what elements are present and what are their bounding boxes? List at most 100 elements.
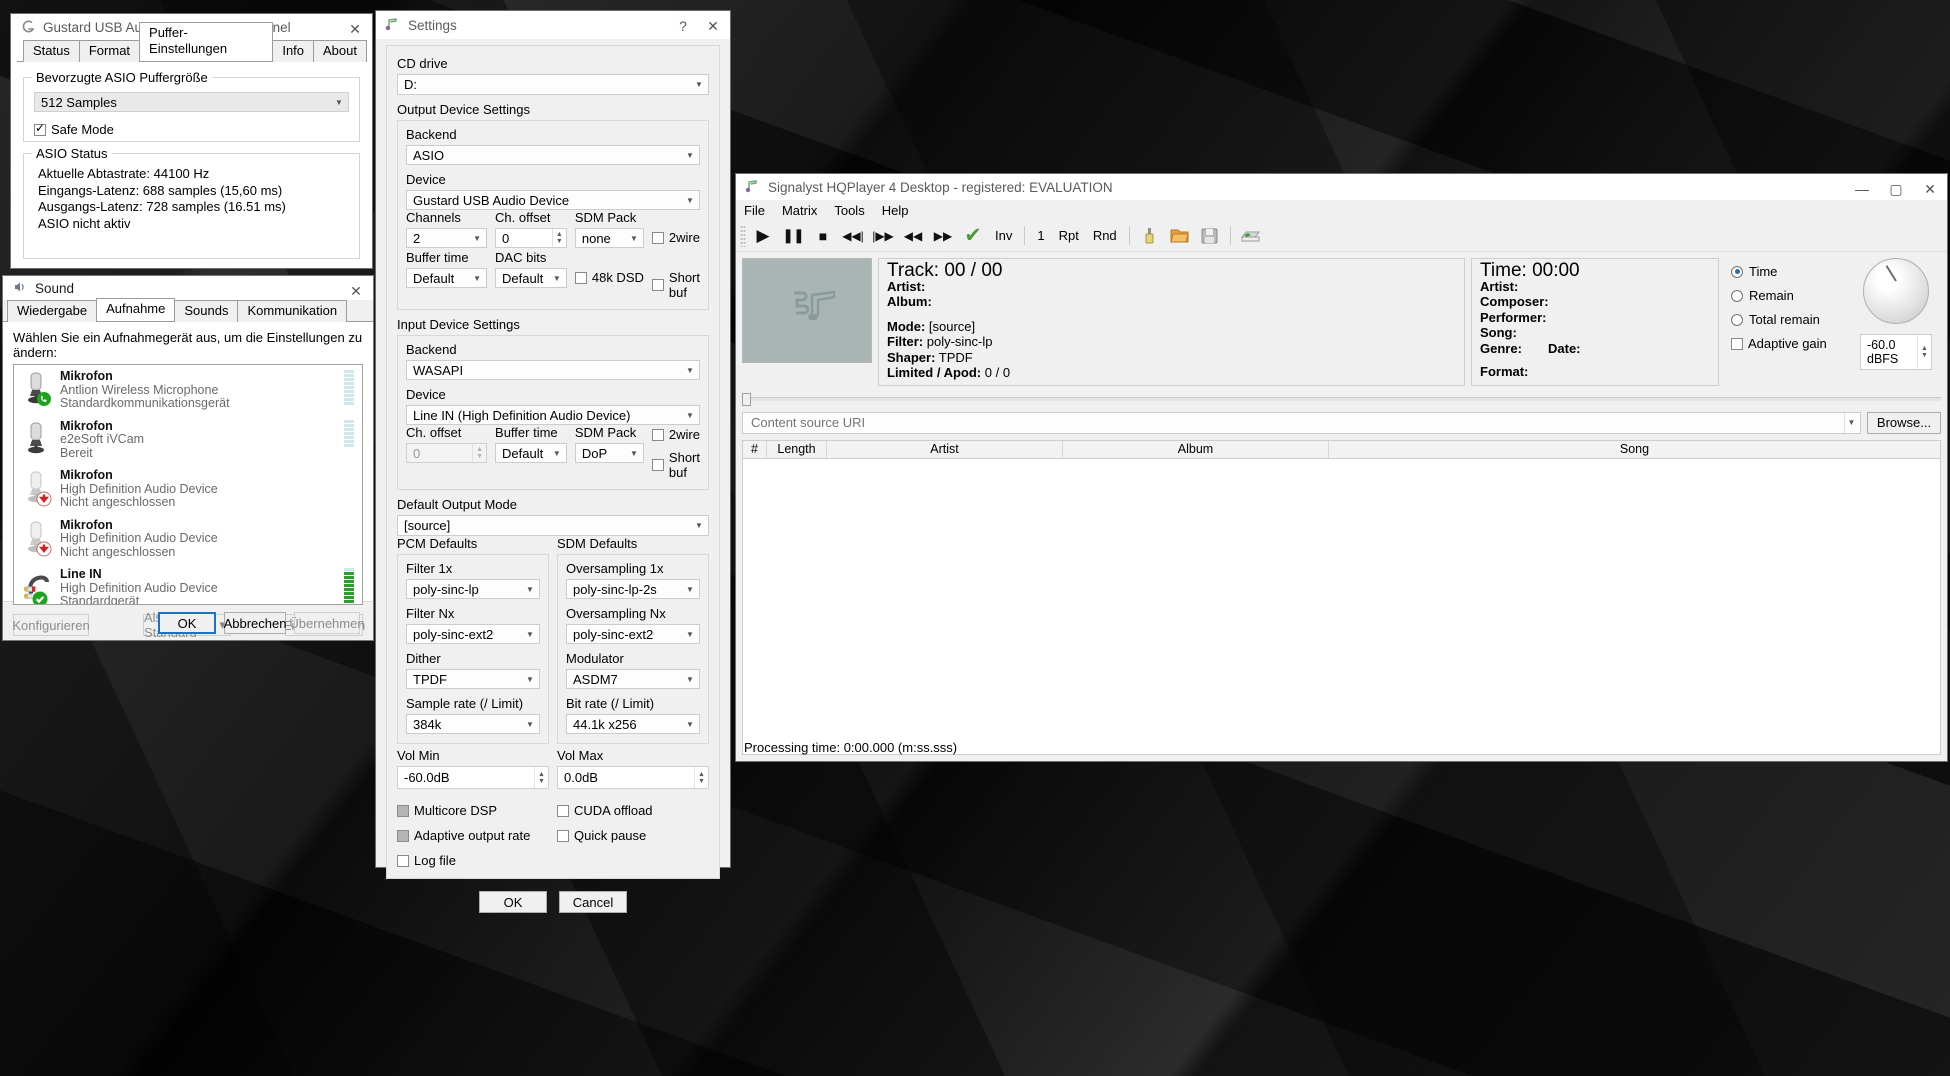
spinner-up-down-icon[interactable]: ▲ ▼ <box>534 767 548 788</box>
ok-button[interactable]: OK <box>158 612 216 634</box>
tab-aufnahme[interactable]: Aufnahme <box>96 298 176 321</box>
tab-info[interactable]: Info <box>272 40 315 62</box>
spinner-up-down-icon[interactable]: ▲ ▼ <box>551 229 566 247</box>
chevron-down-icon[interactable]: ▼ <box>1844 412 1858 433</box>
stop-icon[interactable]: ■ <box>808 222 838 250</box>
volume-knob[interactable] <box>1863 258 1929 324</box>
sound-titlebar[interactable]: Sound ✕ <box>3 276 373 300</box>
modulator-combo[interactable]: ASDM7 ▼ <box>566 669 700 689</box>
cd-drive-icon[interactable] <box>1236 222 1266 250</box>
seek-slider-track[interactable] <box>751 397 1941 401</box>
spinner-up-down-icon[interactable]: ▲ ▼ <box>1917 335 1931 369</box>
list-item[interactable]: Mikrofon High Definition Audio Device Ni… <box>14 514 362 564</box>
os1x-combo[interactable]: poly-sinc-lp-2s ▼ <box>566 579 700 599</box>
dac-bits-combo[interactable]: Default ▼ <box>495 268 567 288</box>
playlist-body[interactable] <box>742 457 1941 755</box>
output-48kdsd-checkbox[interactable]: 48k DSD <box>574 270 644 285</box>
vol-min-spinbox[interactable]: -60.0dB ▲ ▼ <box>397 766 549 789</box>
list-item[interactable]: Mikrofon Antlion Wireless Microphone Sta… <box>14 365 362 415</box>
tab-puffer-einstellungen[interactable]: Puffer-Einstellungen <box>139 22 274 61</box>
seek-slider-handle[interactable] <box>742 392 751 406</box>
input-ch-offset-spinbox[interactable]: 0 ▲ ▼ <box>406 443 488 463</box>
tab-kommunikation[interactable]: Kommunikation <box>237 300 348 322</box>
input-sdm-pack-combo[interactable]: DoP ▼ <box>574 443 644 463</box>
toolbar-drag-handle[interactable] <box>740 224 746 247</box>
column-index[interactable]: # <box>743 440 767 458</box>
cancel-button[interactable]: Abbrechen <box>224 612 286 634</box>
output-shortbuf-checkbox[interactable]: Short buf <box>651 270 700 300</box>
input-2wire-checkbox[interactable]: 2wire <box>651 427 700 442</box>
apply-button[interactable]: Übernehmen <box>289 612 365 634</box>
menu-tools[interactable]: Tools <box>834 203 864 218</box>
hqplayer-menubar[interactable]: File Matrix Tools Help <box>736 200 1947 220</box>
list-item[interactable]: Mikrofon High Definition Audio Device Ni… <box>14 464 362 514</box>
column-length[interactable]: Length <box>767 440 827 458</box>
filter1x-combo[interactable]: poly-sinc-lp ▼ <box>406 579 540 599</box>
spinner-up-down-icon[interactable]: ▲ ▼ <box>472 444 486 462</box>
radio-remain[interactable]: Remain <box>1731 288 1851 303</box>
volume-spinbox[interactable]: -60.0 dBFS ▲ ▼ <box>1860 334 1932 370</box>
osnx-combo[interactable]: poly-sinc-ext2 ▼ <box>566 624 700 644</box>
tab-status[interactable]: Status <box>23 40 80 62</box>
settings-close-button[interactable]: ✕ <box>696 11 730 41</box>
tab-about[interactable]: About <box>313 40 367 62</box>
configure-button[interactable]: Konfigurieren <box>12 614 90 636</box>
column-song[interactable]: Song <box>1329 441 1940 458</box>
safe-mode-checkbox[interactable]: Safe Mode <box>34 121 349 137</box>
open-folder-icon[interactable] <box>1165 222 1195 250</box>
hqplayer-window-buttons[interactable]: — ▢ ✕ <box>1845 174 1947 204</box>
content-source-row[interactable]: ▼ Browse... <box>742 411 1941 434</box>
playlist-header[interactable]: # Length Artist Album Song <box>742 439 1941 458</box>
column-artist[interactable]: Artist <box>827 440 1063 458</box>
spinner-up-down-icon[interactable]: ▲ ▼ <box>694 767 708 788</box>
content-source-uri-input[interactable]: ▼ <box>742 411 1861 434</box>
random-button[interactable]: Rnd <box>1086 222 1124 250</box>
output-backend-combo[interactable]: ASIO ▼ <box>406 145 700 165</box>
album-art[interactable] <box>742 258 872 363</box>
output-2wire-checkbox[interactable]: 2wire <box>651 230 700 245</box>
cuda-offload-checkbox[interactable]: CUDA offload <box>557 803 709 818</box>
uri-text-field[interactable] <box>749 414 1844 431</box>
adaptive-output-rate-checkbox[interactable]: Adaptive output rate <box>397 828 549 843</box>
pcm-samplerate-combo[interactable]: 384k ▼ <box>406 714 540 734</box>
settings-titlebar[interactable]: Settings ? ✕ <box>376 11 730 39</box>
column-album[interactable]: Album <box>1063 440 1329 458</box>
repeat-count-button[interactable]: 1 <box>1030 222 1051 250</box>
bitrate-combo[interactable]: 44.1k x256 ▼ <box>566 714 700 734</box>
settings-dialog-window[interactable]: Settings ? ✕ CD drive D: ▼ Output Device… <box>375 10 731 913</box>
settings-window-buttons[interactable]: ? ✕ <box>670 11 730 41</box>
input-device-combo[interactable]: Line IN (High Definition Audio Device) ▼ <box>406 405 700 425</box>
hqplayer-window[interactable]: Signalyst HQPlayer 4 Desktop - registere… <box>735 173 1948 762</box>
invert-button[interactable]: Inv <box>988 222 1019 250</box>
channels-combo[interactable]: 2 ▼ <box>406 228 488 248</box>
help-button[interactable]: ? <box>670 11 696 41</box>
list-item[interactable]: Line IN High Definition Audio Device Sta… <box>14 563 362 604</box>
menu-matrix[interactable]: Matrix <box>782 203 817 218</box>
repeat-button[interactable]: Rpt <box>1052 222 1086 250</box>
adaptive-gain-checkbox[interactable]: Adaptive gain <box>1731 336 1851 351</box>
multicore-dsp-checkbox[interactable]: Multicore DSP <box>397 803 549 818</box>
clear-playlist-icon[interactable] <box>1135 222 1165 250</box>
input-shortbuf-checkbox[interactable]: Short buf <box>651 450 700 480</box>
next-track-icon[interactable]: |▶▶ <box>868 222 898 250</box>
radio-time[interactable]: Time <box>1731 264 1851 279</box>
previous-track-icon[interactable]: ◀◀| <box>838 222 868 250</box>
hqplayer-toolbar[interactable]: ▶ ❚❚ ■ ◀◀| |▶▶ ◀◀ ▶▶ ✔ Inv 1 Rpt Rnd <box>736 220 1947 252</box>
maximize-button[interactable]: ▢ <box>1879 174 1913 204</box>
sdm-pack-combo[interactable]: none ▼ <box>574 228 644 248</box>
cd-drive-combo[interactable]: D: ▼ <box>397 74 709 95</box>
list-item[interactable]: Mikrofon e2eSoft iVCam Bereit <box>14 415 362 465</box>
buffer-size-combo[interactable]: 512 Samples ▼ <box>34 92 349 112</box>
fast-forward-icon[interactable]: ▶▶ <box>928 222 958 250</box>
buffer-time-combo[interactable]: Default ▼ <box>406 268 488 288</box>
settings-cancel-button[interactable]: Cancel <box>559 891 627 913</box>
ch-offset-spinbox[interactable]: 0 ▲ ▼ <box>495 228 567 248</box>
vol-max-spinbox[interactable]: 0.0dB ▲ ▼ <box>557 766 709 789</box>
tab-sounds[interactable]: Sounds <box>174 300 239 322</box>
dither-combo[interactable]: TPDF ▼ <box>406 669 540 689</box>
default-output-mode-combo[interactable]: [source] ▼ <box>397 515 709 536</box>
log-file-checkbox[interactable]: Log file <box>397 853 709 868</box>
gustard-control-panel-window[interactable]: Gustard USB Audio Device Control Panel ✕… <box>10 13 373 269</box>
quick-pause-checkbox[interactable]: Quick pause <box>557 828 709 843</box>
sound-dialog-window[interactable]: Sound ✕ Wiedergabe Aufnahme Sounds Kommu… <box>2 275 374 641</box>
